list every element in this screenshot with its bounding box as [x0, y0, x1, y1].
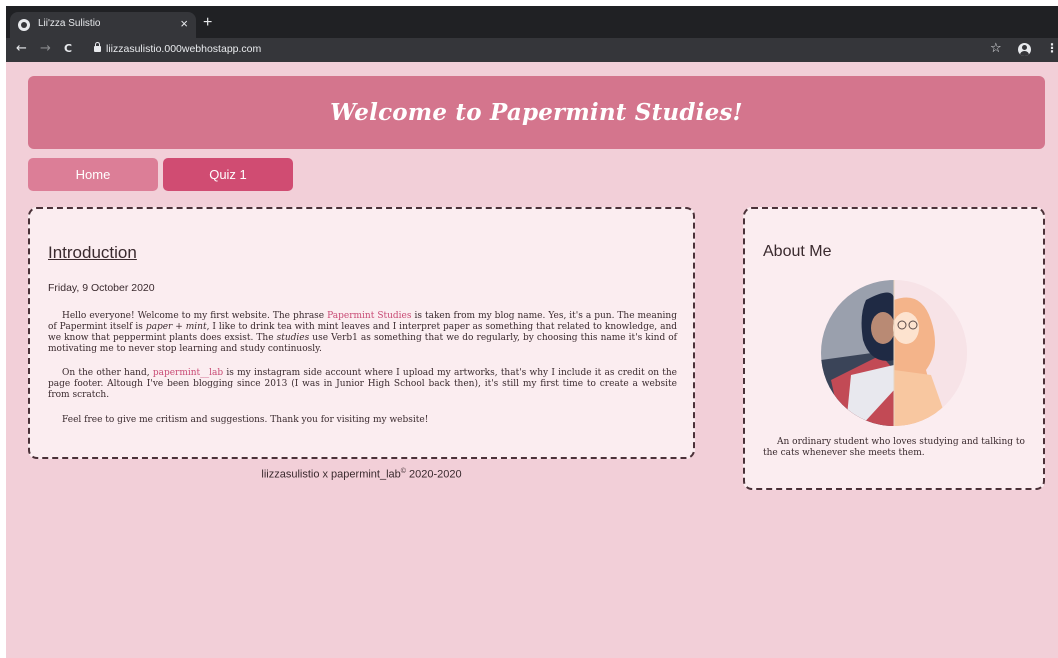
- back-icon[interactable]: ←: [16, 41, 27, 56]
- header-banner: Welcome to Papermint Studies!: [28, 76, 1045, 149]
- emphasis: studies: [276, 333, 310, 343]
- post-date: Friday, 9 October 2020: [48, 282, 155, 294]
- about-me-card: About Me An ordinary student who loves s…: [743, 207, 1045, 490]
- browser-chrome: Lii'zza Sulistio × + ← → C liizzasulisti…: [6, 6, 1058, 62]
- address-bar[interactable]: liizzasulistio.000webhostapp.com: [106, 43, 261, 55]
- nav-home-button[interactable]: Home: [28, 158, 158, 191]
- papermint-lab-link[interactable]: papermint__lab: [153, 368, 223, 378]
- reload-icon[interactable]: C: [64, 42, 72, 55]
- menu-icon[interactable]: ⋮: [1046, 41, 1058, 55]
- intro-paragraph-3: Feel free to give me critism and suggest…: [62, 415, 429, 425]
- about-me-heading: About Me: [763, 243, 832, 260]
- intro-paragraph-2: On the other hand, papermint__lab is my …: [48, 368, 677, 401]
- tab-title: Lii'zza Sulistio: [38, 18, 101, 29]
- about-me-text: An ordinary student who loves studying a…: [763, 437, 1025, 458]
- close-tab-icon[interactable]: ×: [180, 16, 188, 31]
- bookmark-star-icon[interactable]: ☆: [990, 41, 1002, 56]
- page: Welcome to Papermint Studies! Home Quiz …: [6, 62, 1058, 658]
- globe-icon: [18, 19, 30, 31]
- avatar-illustration: [821, 280, 967, 426]
- site-title: Welcome to Papermint Studies!: [330, 99, 743, 126]
- page-footer: liizzasulistio x papermint_lab© 2020-202…: [28, 468, 695, 481]
- papermint-studies-link[interactable]: Papermint Studies: [327, 311, 411, 321]
- introduction-card: Introduction Friday, 9 October 2020 Hell…: [28, 207, 695, 459]
- introduction-heading: Introduction: [48, 243, 137, 262]
- footer-years: 2020-2020: [405, 468, 462, 481]
- browser-tab[interactable]: Lii'zza Sulistio ×: [10, 12, 196, 38]
- browser-toolbar: ← → C liizzasulistio.000webhostapp.com ☆…: [6, 38, 1058, 62]
- lock-icon[interactable]: [94, 42, 101, 52]
- avatar: [821, 280, 967, 426]
- profile-icon[interactable]: [1018, 43, 1031, 56]
- new-tab-icon[interactable]: +: [203, 14, 212, 32]
- text: Hello everyone! Welcome to my first webs…: [62, 311, 328, 321]
- nav-quiz-button[interactable]: Quiz 1: [163, 158, 293, 191]
- text: On the other hand,: [62, 368, 153, 378]
- emphasis: paper + mint: [145, 322, 207, 332]
- intro-paragraph-1: Hello everyone! Welcome to my first webs…: [48, 311, 677, 355]
- footer-text: liizzasulistio x papermint_lab: [261, 468, 401, 481]
- forward-icon[interactable]: →: [40, 41, 51, 56]
